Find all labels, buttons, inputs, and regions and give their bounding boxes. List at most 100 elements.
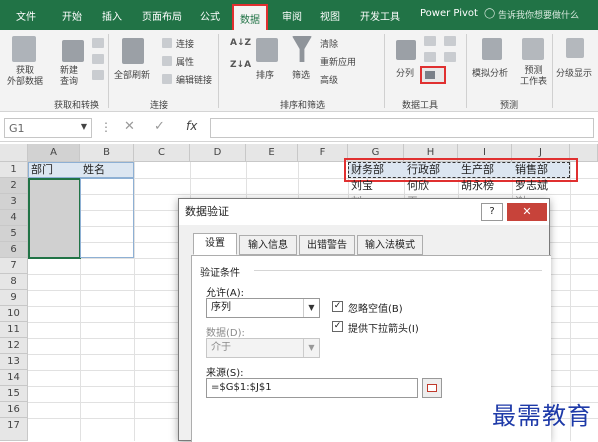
row-header-4[interactable]: 4 (0, 210, 28, 226)
cell-h1[interactable]: 行政部 (404, 162, 458, 178)
text-to-columns-button[interactable]: 分列 (396, 66, 414, 79)
tab-view[interactable]: 视图 (320, 8, 340, 23)
tab-data[interactable]: 数据 (232, 4, 268, 30)
row-header-17[interactable]: 17 (0, 418, 28, 441)
flash-fill-icon[interactable] (424, 36, 436, 46)
collapse-dialog-button[interactable] (422, 378, 442, 398)
tab-page-layout[interactable]: 页面布局 (142, 8, 182, 23)
cell-g2[interactable]: 刘宝 (348, 178, 404, 194)
data-validation-button[interactable] (420, 66, 446, 84)
column-header-e[interactable]: E (246, 144, 298, 162)
tell-me-search[interactable]: 告诉我你想要做什么 (498, 8, 579, 21)
row-header-11[interactable]: 11 (0, 322, 28, 338)
tab-formulas[interactable]: 公式 (200, 8, 220, 23)
ignore-blank-checkbox[interactable]: ✓ (332, 301, 343, 312)
show-queries-icon[interactable] (92, 38, 104, 48)
relationships-icon[interactable] (444, 52, 456, 62)
cancel-icon[interactable]: ✕ (124, 119, 135, 134)
row-header-1[interactable]: 1 (0, 162, 28, 178)
cell-h2[interactable]: 何欣 (404, 178, 458, 194)
tab-error-alert[interactable]: 出错警告 (299, 235, 355, 255)
ribbon-tab-bar: 文件 开始 插入 页面布局 公式 数据 审阅 视图 开发工具 Power Piv… (0, 0, 598, 30)
row-header-8[interactable]: 8 (0, 274, 28, 290)
sort-az-button[interactable]: A↓Z (230, 38, 251, 48)
consolidate-icon[interactable] (444, 36, 456, 46)
row-header-2[interactable]: 2 (0, 178, 28, 194)
watermark-text: 最需教育 (492, 402, 592, 430)
sort-za-button[interactable]: Z↓A (230, 60, 251, 70)
select-all-corner[interactable] (0, 144, 28, 162)
row-header-10[interactable]: 10 (0, 306, 28, 322)
filter-button[interactable]: 筛选 (292, 68, 310, 81)
from-table-icon[interactable] (92, 54, 104, 64)
tab-home[interactable]: 开始 (62, 8, 82, 23)
row-header-5[interactable]: 5 (0, 226, 28, 242)
clear-filter-button[interactable]: 清除 (320, 37, 338, 50)
tab-developer[interactable]: 开发工具 (360, 8, 400, 23)
group-label-get-transform: 获取和转换 (54, 101, 100, 111)
tab-power-pivot[interactable]: Power Pivot (420, 8, 478, 19)
recent-sources-icon[interactable] (92, 70, 104, 80)
new-query-button[interactable]: 新建 查询 (60, 66, 78, 88)
refresh-all-icon (122, 38, 144, 64)
column-header-f[interactable]: F (298, 144, 348, 162)
remove-duplicates-icon[interactable] (424, 52, 436, 62)
refresh-all-button[interactable]: 全部刷新 (114, 68, 150, 81)
formula-input[interactable] (210, 118, 594, 138)
tab-review[interactable]: 审阅 (282, 8, 302, 23)
row-header-7[interactable]: 7 (0, 258, 28, 274)
edit-links-icon (162, 74, 172, 84)
allow-select[interactable]: 序列 ▼ (206, 298, 320, 318)
tab-insert[interactable]: 插入 (102, 8, 122, 23)
enter-icon[interactable]: ✓ (154, 119, 165, 134)
more-icon: ⋮ (100, 120, 112, 134)
outline-button[interactable]: 分级显示 (556, 66, 592, 79)
help-button[interactable]: ? (481, 203, 503, 221)
in-cell-dropdown-checkbox[interactable]: ✓ (332, 321, 343, 332)
column-header-d[interactable]: D (190, 144, 246, 162)
tab-settings[interactable]: 设置 (193, 233, 237, 255)
reapply-button[interactable]: 重新应用 (320, 55, 356, 68)
lightbulb-icon: ◯ (484, 8, 496, 19)
insert-function-icon[interactable]: fx (186, 119, 197, 133)
cell-a1[interactable]: 部门 (28, 162, 80, 178)
row-header-6[interactable]: 6 (0, 242, 28, 258)
forecast-sheet-button[interactable]: 预测 工作表 (520, 66, 547, 88)
name-box[interactable]: G1 ▼ (4, 118, 92, 138)
get-external-data-icon (12, 36, 36, 62)
cell-j1[interactable]: 销售部 (512, 162, 570, 178)
cell-j2[interactable]: 罗志斌 (512, 178, 570, 194)
tab-input-message[interactable]: 输入信息 (239, 235, 297, 255)
properties-button[interactable]: 属性 (176, 55, 194, 68)
close-button[interactable]: ✕ (507, 203, 547, 221)
row-header-14[interactable]: 14 (0, 370, 28, 386)
what-if-analysis-button[interactable]: 模拟分析 (472, 66, 508, 79)
row-header-12[interactable]: 12 (0, 338, 28, 354)
column-header-a[interactable]: A (28, 144, 80, 162)
cell-b1[interactable]: 姓名 (80, 162, 134, 178)
group-label-forecast: 预测 (500, 101, 519, 111)
connections-button[interactable]: 连接 (176, 37, 194, 50)
allow-label: 允许(A): (206, 288, 245, 299)
column-header-b[interactable]: B (80, 144, 134, 162)
cell-g1[interactable]: 财务部 (348, 162, 404, 178)
advanced-button[interactable]: 高级 (320, 73, 338, 86)
edit-links-button[interactable]: 编辑链接 (176, 73, 212, 86)
column-header-c[interactable]: C (134, 144, 190, 162)
formula-bar: G1 ▼ ⋮ ✕ ✓ fx (0, 114, 598, 142)
source-input[interactable]: =$G$1:$J$1 (206, 378, 418, 398)
row-header-16[interactable]: 16 (0, 402, 28, 418)
tab-ime-mode[interactable]: 输入法模式 (357, 235, 423, 255)
outline-icon (566, 38, 584, 58)
cell-i1[interactable]: 生产部 (458, 162, 512, 178)
properties-icon (162, 56, 172, 66)
row-header-13[interactable]: 13 (0, 354, 28, 370)
cell-i2[interactable]: 胡永榜 (458, 178, 512, 194)
row-header-9[interactable]: 9 (0, 290, 28, 306)
row-header-3[interactable]: 3 (0, 194, 28, 210)
sort-button[interactable]: 排序 (256, 68, 274, 81)
row-header-15[interactable]: 15 (0, 386, 28, 402)
get-external-data-button[interactable]: 获取 外部数据 (6, 66, 44, 88)
tab-file[interactable]: 文件 (16, 8, 36, 23)
selected-range-a2-a6[interactable] (28, 178, 81, 259)
